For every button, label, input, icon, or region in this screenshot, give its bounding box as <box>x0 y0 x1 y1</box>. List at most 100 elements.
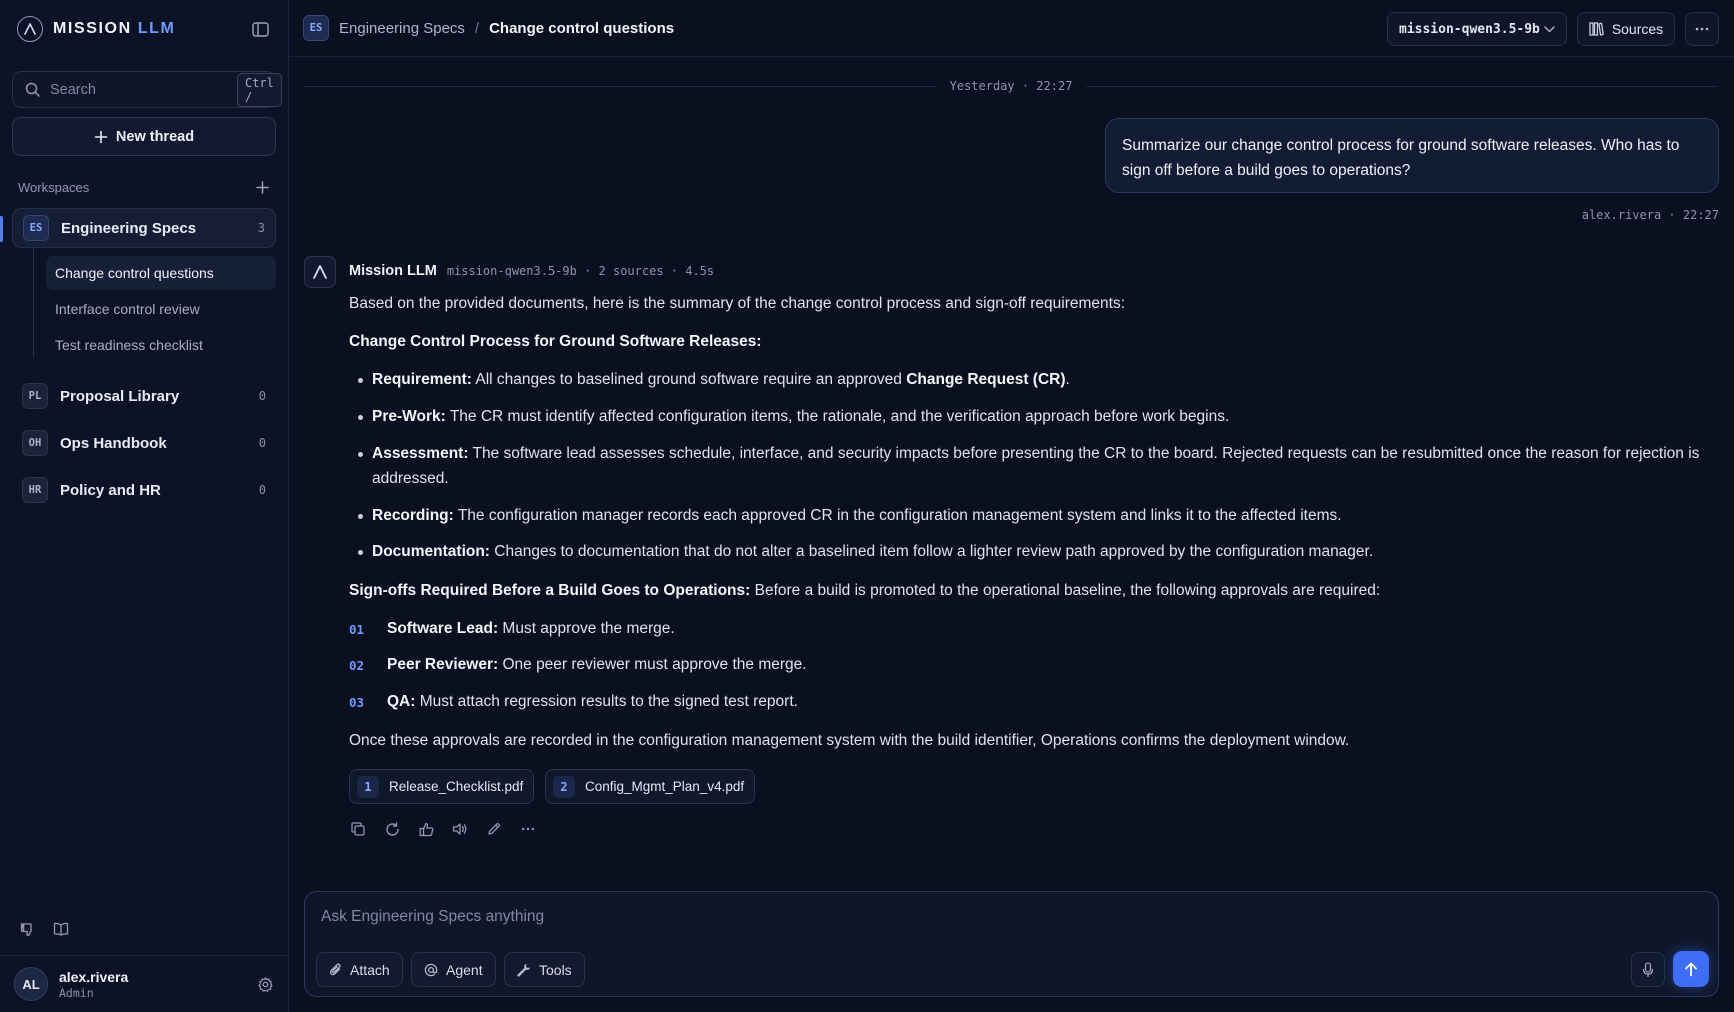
library-icon <box>1589 22 1604 36</box>
workspace-badge: PL <box>22 383 48 409</box>
message-actions <box>349 820 537 838</box>
sources-label: Sources <box>1611 21 1664 37</box>
workspace-badge: ES <box>23 215 49 241</box>
mic-button[interactable] <box>1631 952 1665 987</box>
user-role: Admin <box>59 985 94 1000</box>
breadcrumb-workspace[interactable]: Engineering Specs <box>339 20 465 37</box>
refresh-icon[interactable] <box>383 820 401 838</box>
copy-icon[interactable] <box>349 820 367 838</box>
section-signoffs: Sign-offs Required Before a Build Goes t… <box>349 582 1381 599</box>
logo-icon <box>313 265 327 279</box>
edit-icon[interactable] <box>485 820 503 838</box>
workspaces-header: Workspaces <box>18 179 270 195</box>
sidebar-item-engineering-specs[interactable]: ES Engineering Specs 3 <box>12 208 276 248</box>
date-divider-label: Yesterday · 22:27 <box>949 79 1073 93</box>
new-thread-button[interactable]: New thread <box>12 117 276 156</box>
thread-item-test-readiness[interactable]: Test readiness checklist <box>46 328 276 362</box>
message-input[interactable] <box>321 908 1701 938</box>
brand[interactable]: MISSION LLM <box>17 16 176 42</box>
search-input[interactable] <box>50 81 237 98</box>
mic-icon <box>1642 961 1654 977</box>
gear-icon[interactable] <box>255 974 275 994</box>
workspace-name: Ops Handbook <box>60 434 167 452</box>
thread-tree-line <box>33 248 34 358</box>
tools-button[interactable]: Tools <box>504 952 585 987</box>
assistant-name: Mission LLM <box>349 263 437 279</box>
sidebar-item-ops-handbook[interactable]: OH Ops Handbook 0 <box>12 423 276 463</box>
sidebar-toggle-icon[interactable] <box>250 19 270 39</box>
more-options-button[interactable] <box>1685 12 1719 46</box>
date-divider: Yesterday · 22:27 <box>304 79 1719 93</box>
book-icon[interactable] <box>52 920 70 938</box>
search-box[interactable]: Ctrl / <box>12 71 282 108</box>
top-bar: ES Engineering Specs / Change control qu… <box>289 0 1734 57</box>
thread-item-change-control[interactable]: Change control questions <box>46 256 276 290</box>
ellipsis-icon[interactable] <box>519 820 537 838</box>
at-icon <box>424 963 438 976</box>
message-composer: Attach Agent Tools <box>304 891 1719 997</box>
breadcrumb: ES Engineering Specs / Change control qu… <box>303 15 674 41</box>
sidebar: MISSION LLM Ctrl / New thread Workspaces… <box>0 0 289 1012</box>
sidebar-footer-icons <box>18 920 70 938</box>
workspace-count: 3 <box>257 221 265 235</box>
workspace-badge: OH <box>22 430 48 456</box>
wrench-icon <box>517 963 531 977</box>
thread-item-interface-control[interactable]: Interface control review <box>46 292 276 326</box>
workspaces-label: Workspaces <box>18 179 90 195</box>
agent-label: Agent <box>446 961 483 978</box>
agent-button[interactable]: Agent <box>411 952 496 987</box>
user-name: alex.rivera <box>59 968 129 985</box>
section-title-process: Change Control Process for Ground Softwa… <box>349 333 762 350</box>
feedback-icon[interactable] <box>18 920 36 938</box>
send-button[interactable] <box>1673 951 1709 987</box>
plus-icon <box>255 180 269 194</box>
user-profile[interactable]: AL alex.rivera Admin <box>0 955 289 1012</box>
paperclip-icon <box>329 963 341 976</box>
active-workspace-indicator <box>0 216 3 242</box>
chevron-down-icon <box>1544 25 1555 32</box>
thumbs-up-icon[interactable] <box>417 820 435 838</box>
bullet-recording: Recording: The configuration manager rec… <box>349 503 1719 528</box>
ellipsis-icon <box>1695 27 1709 31</box>
attach-button[interactable]: Attach <box>316 952 403 987</box>
source-chip-release-checklist[interactable]: 1 Release_Checklist.pdf <box>349 769 535 804</box>
workspace-count: 0 <box>258 483 266 497</box>
assistant-closing: Once these approvals are recorded in the… <box>349 732 1350 749</box>
brand-name: MISSION LLM <box>53 20 176 37</box>
add-workspace-button[interactable] <box>254 179 270 195</box>
new-thread-label: New thread <box>115 128 195 145</box>
user-meta: alex.rivera Admin <box>59 969 255 1000</box>
sources-button[interactable]: Sources <box>1577 12 1675 46</box>
signoff-item: 02 Peer Reviewer: One peer reviewer must … <box>349 656 807 673</box>
bullet-requirement: Requirement: All changes to baselined gr… <box>349 367 1719 392</box>
assistant-intro: Based on the provided documents, here is… <box>349 295 1126 312</box>
bullet-assessment: Assessment: The software lead assesses s… <box>349 441 1719 491</box>
breadcrumb-workspace-badge: ES <box>303 15 329 41</box>
signoff-item: 01 Software Lead: Must approve the merge. <box>349 620 675 637</box>
sidebar-item-policy-hr[interactable]: HR Policy and HR 0 <box>12 470 276 510</box>
user-message-meta: alex.rivera · 22:27 <box>1581 208 1719 222</box>
search-icon <box>25 82 40 97</box>
plus-icon <box>94 130 108 143</box>
workspace-badge: HR <box>22 477 48 503</box>
source-number: 1 <box>357 775 379 798</box>
source-chip-config-mgmt-plan[interactable]: 2 Config_Mgmt_Plan_v4.pdf <box>545 769 756 804</box>
avatar: AL <box>14 967 48 1001</box>
signoff-item: 03 QA: Must attach regression results to … <box>349 693 798 710</box>
workspace-count: 0 <box>258 436 266 450</box>
model-selector[interactable]: mission-qwen3.5-9b <box>1387 12 1567 46</box>
attach-label: Attach <box>350 961 390 978</box>
bullet-pre-work: Pre-Work: The CR must identify affected … <box>349 404 1719 429</box>
source-file: Release_Checklist.pdf <box>389 779 524 794</box>
workspace-name: Proposal Library <box>60 387 180 405</box>
speaker-icon[interactable] <box>451 820 469 838</box>
sidebar-item-proposal-library[interactable]: PL Proposal Library 0 <box>12 376 276 416</box>
breadcrumb-current-thread: Change control questions <box>489 19 675 37</box>
assistant-avatar <box>304 256 336 288</box>
tools-label: Tools <box>539 961 572 978</box>
breadcrumb-separator: / <box>474 19 480 37</box>
source-file: Config_Mgmt_Plan_v4.pdf <box>585 779 745 794</box>
bullet-documentation: Documentation: Changes to documentation … <box>349 539 1719 564</box>
user-message: Summarize our change control process for… <box>1105 118 1719 193</box>
source-number: 2 <box>553 775 575 798</box>
